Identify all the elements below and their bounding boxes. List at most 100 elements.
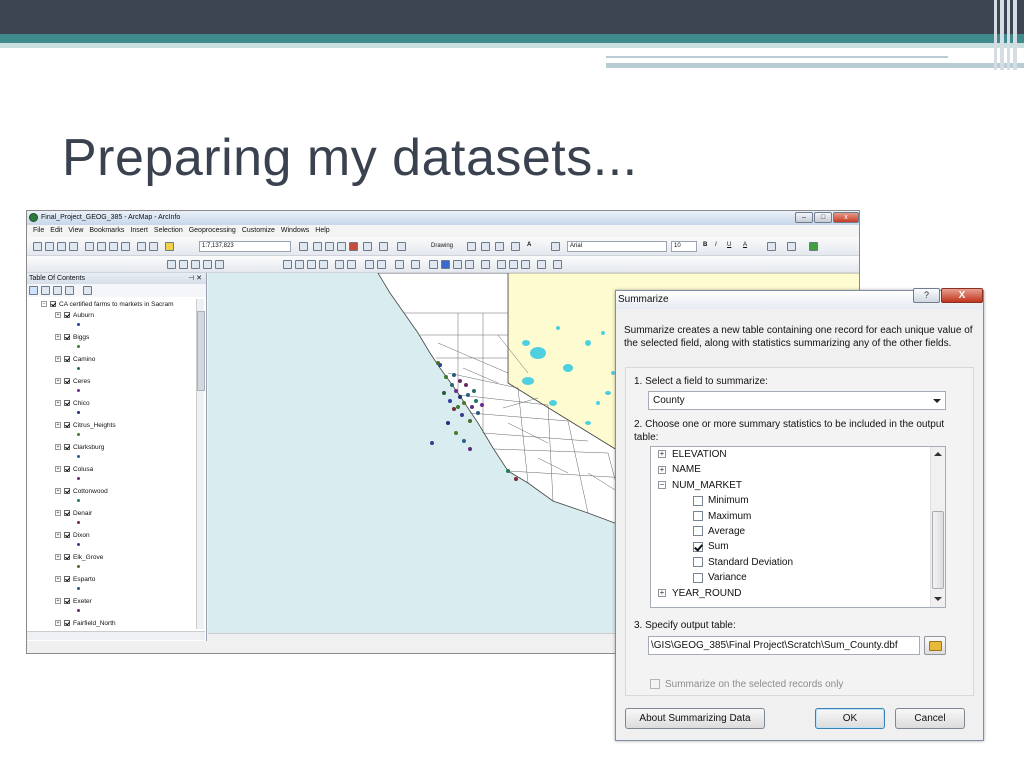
menu-item-insert[interactable]: Insert xyxy=(130,227,148,234)
map-scale-field[interactable]: 1:7,137,823 xyxy=(199,241,291,252)
selected-records-checkbox[interactable] xyxy=(650,679,660,690)
layer-checkbox[interactable] xyxy=(64,620,70,627)
new-document-icon[interactable] xyxy=(33,242,42,251)
layer-checkbox[interactable] xyxy=(64,312,70,319)
add-data-icon[interactable] xyxy=(165,242,174,251)
layer-checkbox[interactable] xyxy=(64,488,70,495)
expand-icon[interactable]: + xyxy=(55,510,61,517)
copy-icon[interactable] xyxy=(97,242,106,251)
menu-item-customize[interactable]: Customize xyxy=(242,227,275,234)
list-by-visibility-icon[interactable] xyxy=(53,286,62,295)
toc-layer[interactable]: + Cottonwood xyxy=(55,488,108,495)
catalog-icon[interactable] xyxy=(325,242,334,251)
list-by-source-icon[interactable] xyxy=(41,286,50,295)
toc-layer[interactable]: + Biggs xyxy=(55,334,89,341)
toc-layer[interactable]: + Elk_Grove xyxy=(55,554,103,561)
scroll-up-icon[interactable] xyxy=(934,452,942,456)
undo-icon[interactable] xyxy=(137,242,146,251)
expand-icon[interactable]: + xyxy=(55,334,61,341)
layout-page-icon[interactable] xyxy=(203,260,212,269)
toc-layer[interactable]: + Dixon xyxy=(55,532,90,539)
about-summarizing-button[interactable]: About Summarizing Data xyxy=(625,708,765,729)
dialog-titlebar[interactable]: Summarize ? X xyxy=(616,288,983,309)
list-by-selection-icon[interactable] xyxy=(65,286,74,295)
expand-icon[interactable]: + xyxy=(55,378,61,385)
toc-layer[interactable]: + Esparto xyxy=(55,576,95,583)
maximize-button[interactable]: □ xyxy=(814,212,832,223)
expand-icon[interactable]: + xyxy=(55,400,61,407)
paste-icon[interactable] xyxy=(109,242,118,251)
bold-icon[interactable]: B xyxy=(703,242,707,248)
minimize-button[interactable]: – xyxy=(795,212,813,223)
search-window-icon[interactable] xyxy=(337,242,346,251)
stat-checkbox[interactable] xyxy=(693,541,703,552)
toc-layer[interactable]: + Colusa xyxy=(55,466,93,473)
time-slider-icon[interactable] xyxy=(537,260,546,269)
toc-layer[interactable]: + Auburn xyxy=(55,312,94,319)
stat-checkbox[interactable] xyxy=(693,557,703,568)
drawing-menu[interactable]: Drawing xyxy=(431,243,453,249)
print-icon[interactable] xyxy=(69,242,78,251)
layer-checkbox[interactable] xyxy=(64,532,70,539)
expand-icon[interactable]: + xyxy=(55,598,61,605)
identify-icon[interactable] xyxy=(441,260,450,269)
tree-field-node[interactable]: − NUM_MARKET xyxy=(658,480,742,492)
tree-stat-option[interactable]: Average xyxy=(693,526,745,538)
expand-icon[interactable]: + xyxy=(55,466,61,473)
tree-field-node[interactable]: + ELEVATION xyxy=(658,449,727,461)
font-name-field[interactable]: Arial xyxy=(567,241,667,252)
model-builder-icon[interactable] xyxy=(379,242,388,251)
pin-icon[interactable]: ⊣ ✕ xyxy=(188,273,202,284)
tree-field-node[interactable]: + YEAR_ROUND xyxy=(658,588,741,600)
menu-item-windows[interactable]: Windows xyxy=(281,227,309,234)
toc-vertical-scrollbar[interactable] xyxy=(196,299,205,629)
list-by-drawing-order-icon[interactable] xyxy=(29,286,38,295)
tree-stat-option[interactable]: Standard Deviation xyxy=(693,557,793,569)
layer-checkbox[interactable] xyxy=(64,576,70,583)
python-icon[interactable] xyxy=(363,242,372,251)
layer-checkbox[interactable] xyxy=(64,400,70,407)
table-icon[interactable] xyxy=(313,242,322,251)
open-folder-icon[interactable] xyxy=(45,242,54,251)
text-tool-icon[interactable]: A xyxy=(527,242,531,248)
toc-layer[interactable]: + Chico xyxy=(55,400,90,407)
layout-view-icon[interactable] xyxy=(167,260,176,269)
curved-text-icon[interactable] xyxy=(551,242,560,251)
expand-icon[interactable]: + xyxy=(55,620,61,627)
help-button[interactable]: ? xyxy=(913,288,940,303)
layout-extent-icon[interactable] xyxy=(215,260,224,269)
layer-checkbox[interactable] xyxy=(64,510,70,517)
zoom-out-icon[interactable] xyxy=(295,260,304,269)
forward-extent-icon[interactable] xyxy=(377,260,386,269)
layer-checkbox[interactable] xyxy=(64,466,70,473)
layer-checkbox[interactable] xyxy=(50,301,56,308)
toc-layer[interactable]: + Clarksburg xyxy=(55,444,104,451)
tree-field-node[interactable]: + NAME xyxy=(658,464,701,476)
toc-layer[interactable]: + Fairfield_North xyxy=(55,620,116,627)
stat-checkbox[interactable] xyxy=(693,510,703,521)
line-color-icon[interactable] xyxy=(787,242,796,251)
expand-icon[interactable]: + xyxy=(55,532,61,539)
go-to-xy-icon[interactable] xyxy=(521,260,530,269)
pan-icon[interactable] xyxy=(307,260,316,269)
expand-icon[interactable]: + xyxy=(55,554,61,561)
menu-item-bookmarks[interactable]: Bookmarks xyxy=(89,227,124,234)
layer-checkbox[interactable] xyxy=(64,554,70,561)
menu-item-geoprocessing[interactable]: Geoprocessing xyxy=(189,227,236,234)
toc-scroll-thumb[interactable] xyxy=(197,311,205,391)
underline-icon[interactable]: U xyxy=(727,242,731,248)
hyperlink-icon[interactable] xyxy=(453,260,462,269)
delete-icon[interactable] xyxy=(121,242,130,251)
toc-options-icon[interactable] xyxy=(83,286,92,295)
full-extent-icon[interactable] xyxy=(319,260,328,269)
tree-scrollbar[interactable] xyxy=(930,447,945,607)
tree-scroll-thumb[interactable] xyxy=(932,511,944,589)
stat-checkbox[interactable] xyxy=(693,495,703,506)
fixed-zoom-out-icon[interactable] xyxy=(347,260,356,269)
html-popup-icon[interactable] xyxy=(465,260,474,269)
create-viewer-icon[interactable] xyxy=(553,260,562,269)
font-color-icon[interactable]: A xyxy=(743,242,747,248)
expand-icon[interactable]: − xyxy=(658,481,666,490)
tree-stat-option[interactable]: Variance xyxy=(693,572,747,584)
layer-checkbox[interactable] xyxy=(64,334,70,341)
